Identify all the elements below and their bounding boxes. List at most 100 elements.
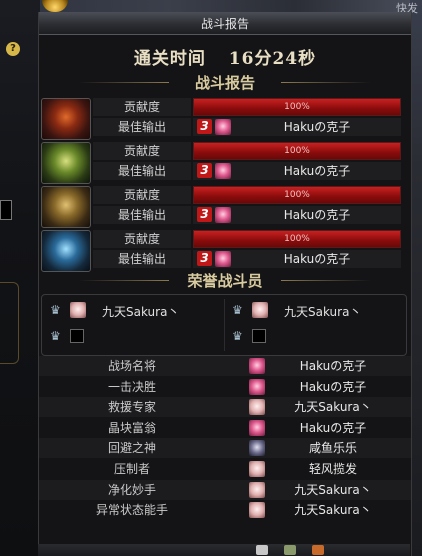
window-title: 战斗报告 <box>200 17 249 31</box>
contribution-bar: 100% <box>193 142 401 160</box>
avatar <box>249 399 265 416</box>
best-output-label: 最佳输出 <box>93 206 191 224</box>
crown-icon: ♛ <box>50 329 61 343</box>
award-name: 九天Sakura丶 <box>294 503 372 518</box>
honor-name: 九天Sakura丶 <box>284 305 362 319</box>
award-row: 救援专家 九天Sakura丶 <box>39 397 411 418</box>
player-row: 贡献度 100% 最佳输出 3 Hakuの克子 <box>41 230 403 272</box>
contribution-label: 贡献度 <box>93 98 191 116</box>
best-output-label: 最佳输出 <box>93 250 191 268</box>
battle-report-window: 战斗报告 通关时间 16分24秒 战斗报告 贡献度 100% 最佳输出 3 Hakuの克… <box>38 12 412 556</box>
best-output-label: 最佳输出 <box>93 118 191 136</box>
avatar <box>215 251 231 267</box>
bag-icon[interactable] <box>284 545 296 555</box>
award-row: 净化妙手 九天Sakura丶 <box>39 479 411 500</box>
award-name: Hakuの克子 <box>299 379 367 394</box>
clear-time-value: 16分24秒 <box>228 49 317 69</box>
crown-icon: ♛ <box>50 303 61 317</box>
rank-badge: 3 <box>197 207 212 222</box>
player-row: 贡献度 100% 最佳输出 3 Hakuの克子 <box>41 186 403 228</box>
avatar <box>215 163 231 179</box>
avatar <box>249 440 265 457</box>
avatar <box>252 302 268 318</box>
rank-badge: 3 <box>197 251 212 266</box>
award-label: 净化妙手 <box>107 482 156 497</box>
contribution-bar: 100% <box>193 186 401 204</box>
best-output-row: 3 Hakuの克子 <box>193 250 401 268</box>
avatar <box>249 502 265 519</box>
honor-slot: ♛ 九天Sakura丶 <box>224 299 404 323</box>
player-row: 贡献度 100% 最佳输出 3 Hakuの克子 <box>41 98 403 140</box>
bottom-toolbar <box>38 544 410 556</box>
best-output-row: 3 Hakuの克子 <box>193 162 401 180</box>
award-label: 回避之神 <box>107 441 156 456</box>
contribution-label: 贡献度 <box>93 142 191 160</box>
contribution-bar: 100% <box>193 230 401 248</box>
contribution-value: 100% <box>284 234 310 244</box>
award-name: 轻风揽发 <box>308 462 357 476</box>
honor-heading: 荣誉战斗员 <box>39 270 411 291</box>
award-name: Hakuの克子 <box>299 359 367 373</box>
best-output-row: 3 Hakuの克子 <box>193 118 401 136</box>
award-row: 一击决胜 Hakuの克子 <box>39 377 411 397</box>
player-row: 贡献度 100% 最佳输出 3 Hakuの克子 <box>41 142 403 184</box>
clear-time: 通关时间 16分24秒 <box>39 44 411 72</box>
battle-report-heading: 战斗报告 <box>39 72 411 93</box>
avatar <box>249 481 265 498</box>
left-panel-frame <box>0 282 19 364</box>
gold-fiend-portrait <box>41 186 91 228</box>
empty-slot <box>70 329 84 343</box>
rank-badge: 3 <box>197 119 212 134</box>
help-icon[interactable]: ? <box>6 42 20 56</box>
best-output-name: Hakuの克子 <box>283 208 351 222</box>
clear-time-label: 通关时间 <box>133 49 206 69</box>
best-output-row: 3 Hakuの克子 <box>193 206 401 224</box>
left-panel-checkbox[interactable] <box>0 200 12 220</box>
notification-icon[interactable] <box>312 545 324 555</box>
fire-fiend-portrait <box>41 98 91 140</box>
award-name: Hakuの克子 <box>299 420 367 435</box>
award-name: 九天Sakura丶 <box>294 482 372 497</box>
contribution-value: 100% <box>284 102 310 112</box>
award-row: 异常状态能手 九天Sakura丶 <box>39 500 411 520</box>
award-row: 晶块富翁 Hakuの克子 <box>39 418 411 438</box>
best-output-name: Hakuの克子 <box>283 164 351 178</box>
contribution-label: 贡献度 <box>93 186 191 204</box>
award-label: 战场名将 <box>107 359 156 373</box>
avatar <box>215 207 231 223</box>
award-name: 咸鱼乐乐 <box>308 441 357 456</box>
contribution-value: 100% <box>284 146 310 156</box>
award-row: 战场名将 Hakuの克子 <box>39 356 411 376</box>
contribution-value: 100% <box>284 190 310 200</box>
crown-icon: ♛ <box>232 303 243 317</box>
award-label: 救援专家 <box>107 400 156 415</box>
award-row: 回避之神 咸鱼乐乐 <box>39 438 411 459</box>
mail-icon[interactable] <box>256 545 268 555</box>
avatar <box>249 419 265 436</box>
background-left-panel <box>0 0 40 556</box>
rank-badge: 3 <box>197 163 212 178</box>
avatar <box>249 358 265 374</box>
crown-icon: ♛ <box>232 329 243 343</box>
avatar <box>215 119 231 135</box>
award-name: 九天Sakura丶 <box>294 400 372 415</box>
honor-name: 九天Sakura丶 <box>102 305 180 319</box>
award-label: 一击决胜 <box>107 379 156 394</box>
avatar <box>70 302 86 318</box>
ice-fiend-portrait <box>41 230 91 272</box>
window-titlebar[interactable]: 战斗报告 <box>39 12 411 35</box>
avatar <box>249 378 265 395</box>
award-label: 异常状态能手 <box>95 503 168 518</box>
best-output-name: Hakuの克子 <box>283 252 351 266</box>
honor-slot: ♛ <box>42 325 222 349</box>
honor-slot: ♛ 九天Sakura丶 <box>42 299 222 323</box>
empty-slot <box>252 329 266 343</box>
forest-fiend-portrait <box>41 142 91 184</box>
award-row: 压制者 轻风揽发 <box>39 459 411 479</box>
award-label: 晶块富翁 <box>107 420 156 435</box>
award-label: 压制者 <box>113 462 150 476</box>
honor-slot: ♛ <box>224 325 404 349</box>
best-output-name: Hakuの克子 <box>283 120 351 134</box>
honor-panel: ♛ 九天Sakura丶 ♛ 九天Sakura丶 ♛ ♛ <box>41 294 407 356</box>
best-output-label: 最佳输出 <box>93 162 191 180</box>
